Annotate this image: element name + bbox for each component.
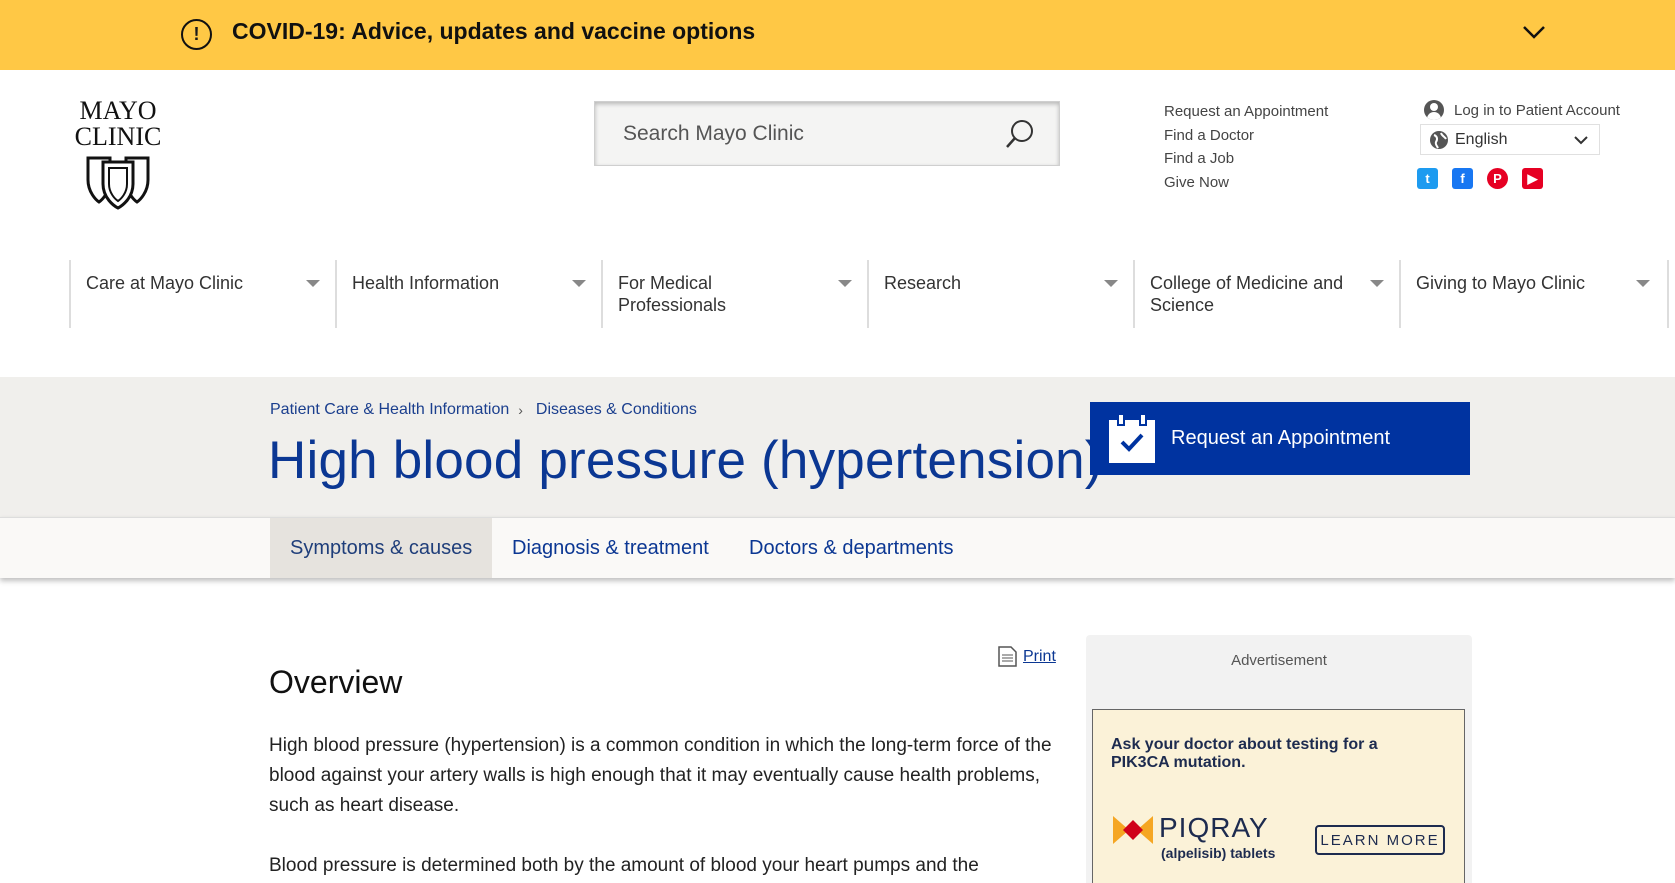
- request-appointment-label: Request an Appointment: [1171, 427, 1391, 449]
- piqray-logo-icon: [1113, 816, 1153, 844]
- utility-links: Request an Appointment Find a Doctor Fin…: [1164, 100, 1328, 194]
- overview-paragraph: High blood pressure (hypertension) is a …: [269, 735, 1052, 816]
- print-label[interactable]: Print: [1023, 648, 1056, 666]
- advertisement-label: Advertisement: [1231, 652, 1327, 669]
- caret-down-icon: [838, 280, 852, 287]
- advertisement-banner[interactable]: Ask your doctor about testing for a PIK3…: [1092, 709, 1465, 883]
- nav-item-label: Care at Mayo Clinic: [86, 273, 244, 293]
- nav-item-college[interactable]: College of Medicine and Science: [1133, 260, 1399, 328]
- chevron-down-icon[interactable]: [1573, 132, 1589, 148]
- language-select[interactable]: English: [1420, 124, 1600, 155]
- covid-banner-title[interactable]: COVID-19: Advice, updates and vaccine op…: [232, 18, 755, 45]
- tab-diagnosis-treatment[interactable]: Diagnosis & treatment: [492, 518, 729, 578]
- request-appointment-button[interactable]: Request an Appointment: [1090, 402, 1470, 475]
- page-title: High blood pressure (hypertension): [268, 431, 1103, 490]
- breadcrumb-separator-icon: ›: [518, 402, 523, 418]
- search-icon[interactable]: [1003, 117, 1037, 151]
- pinterest-icon[interactable]: P: [1487, 168, 1508, 189]
- nav-item-medical-professionals[interactable]: For Medical Professionals: [601, 260, 867, 328]
- document-icon: [998, 646, 1017, 667]
- nav-item-giving[interactable]: Giving to Mayo Clinic: [1399, 260, 1665, 328]
- learn-more-button[interactable]: LEARN MORE: [1315, 825, 1445, 855]
- breadcrumb: Patient Care & Health Information › Dise…: [270, 401, 697, 419]
- nav-item-research[interactable]: Research: [867, 260, 1133, 328]
- nav-item-label: For Medical Professionals: [618, 273, 727, 315]
- person-icon: [1424, 100, 1444, 120]
- chevron-down-icon[interactable]: [1520, 18, 1548, 46]
- ad-headline: Ask your doctor about testing for a PIK3…: [1111, 736, 1378, 771]
- globe-icon: [1430, 130, 1448, 149]
- main-navigation: Care at Mayo Clinic Health Information F…: [69, 260, 1675, 328]
- nav-item-label: Health Information: [352, 273, 500, 293]
- tab-symptoms-causes[interactable]: Symptoms & causes: [270, 518, 493, 578]
- breadcrumb-patient-care[interactable]: Patient Care & Health Information: [270, 401, 509, 419]
- tab-doctors-departments[interactable]: Doctors & departments: [729, 518, 974, 578]
- caret-down-icon: [1636, 280, 1650, 287]
- nav-item-label: Giving to Mayo Clinic: [1416, 273, 1586, 293]
- mayo-clinic-logo[interactable]: MAYO CLINIC: [68, 96, 168, 210]
- caret-down-icon: [306, 280, 320, 287]
- breadcrumb-diseases-conditions[interactable]: Diseases & Conditions: [536, 401, 697, 419]
- nav-item-label: College of Medicine and Science: [1150, 273, 1344, 315]
- ad-brand-subtitle: (alpelisib) tablets: [1161, 845, 1276, 861]
- social-links: t f P ▶: [1417, 168, 1543, 189]
- logo-word-1: MAYO: [79, 96, 157, 125]
- ad-brand-name: PIQRAY: [1159, 812, 1269, 843]
- covid-banner[interactable]: ! COVID-19: Advice, updates and vaccine …: [0, 0, 1675, 70]
- patient-account-label[interactable]: Log in to Patient Account: [1454, 102, 1620, 119]
- overview-paragraph: Blood pressure is determined both by the…: [269, 855, 979, 876]
- search-box[interactable]: [594, 101, 1060, 166]
- find-doctor-link[interactable]: Find a Doctor: [1164, 124, 1328, 148]
- logo-word-2: CLINIC: [74, 122, 162, 151]
- language-value: English: [1455, 130, 1508, 148]
- twitter-icon[interactable]: t: [1417, 168, 1438, 189]
- patient-account-login[interactable]: Log in to Patient Account: [1424, 99, 1620, 121]
- caret-down-icon: [1104, 280, 1118, 287]
- nav-item-health-information[interactable]: Health Information: [335, 260, 601, 328]
- nav-item-care[interactable]: Care at Mayo Clinic: [69, 260, 335, 328]
- print-link[interactable]: Print: [998, 646, 1056, 667]
- section-heading-overview: Overview: [269, 664, 403, 700]
- caret-down-icon: [1370, 280, 1384, 287]
- three-shields-icon: [86, 156, 150, 210]
- caret-down-icon: [572, 280, 586, 287]
- nav-item-label: Research: [884, 273, 962, 293]
- request-appointment-link[interactable]: Request an Appointment: [1164, 100, 1328, 124]
- youtube-icon[interactable]: ▶: [1522, 168, 1543, 189]
- give-now-link[interactable]: Give Now: [1164, 171, 1328, 195]
- calendar-check-icon: [1109, 414, 1155, 463]
- nav-divider: [1667, 260, 1669, 328]
- content-tabs: Symptoms & causes Diagnosis & treatment …: [0, 517, 1675, 578]
- ad-brand: PIQRAY (alpelisib) tablets: [1113, 810, 1283, 870]
- find-job-link[interactable]: Find a Job: [1164, 147, 1328, 171]
- alert-icon: !: [181, 19, 212, 50]
- search-input[interactable]: [623, 120, 993, 148]
- facebook-icon[interactable]: f: [1452, 168, 1473, 189]
